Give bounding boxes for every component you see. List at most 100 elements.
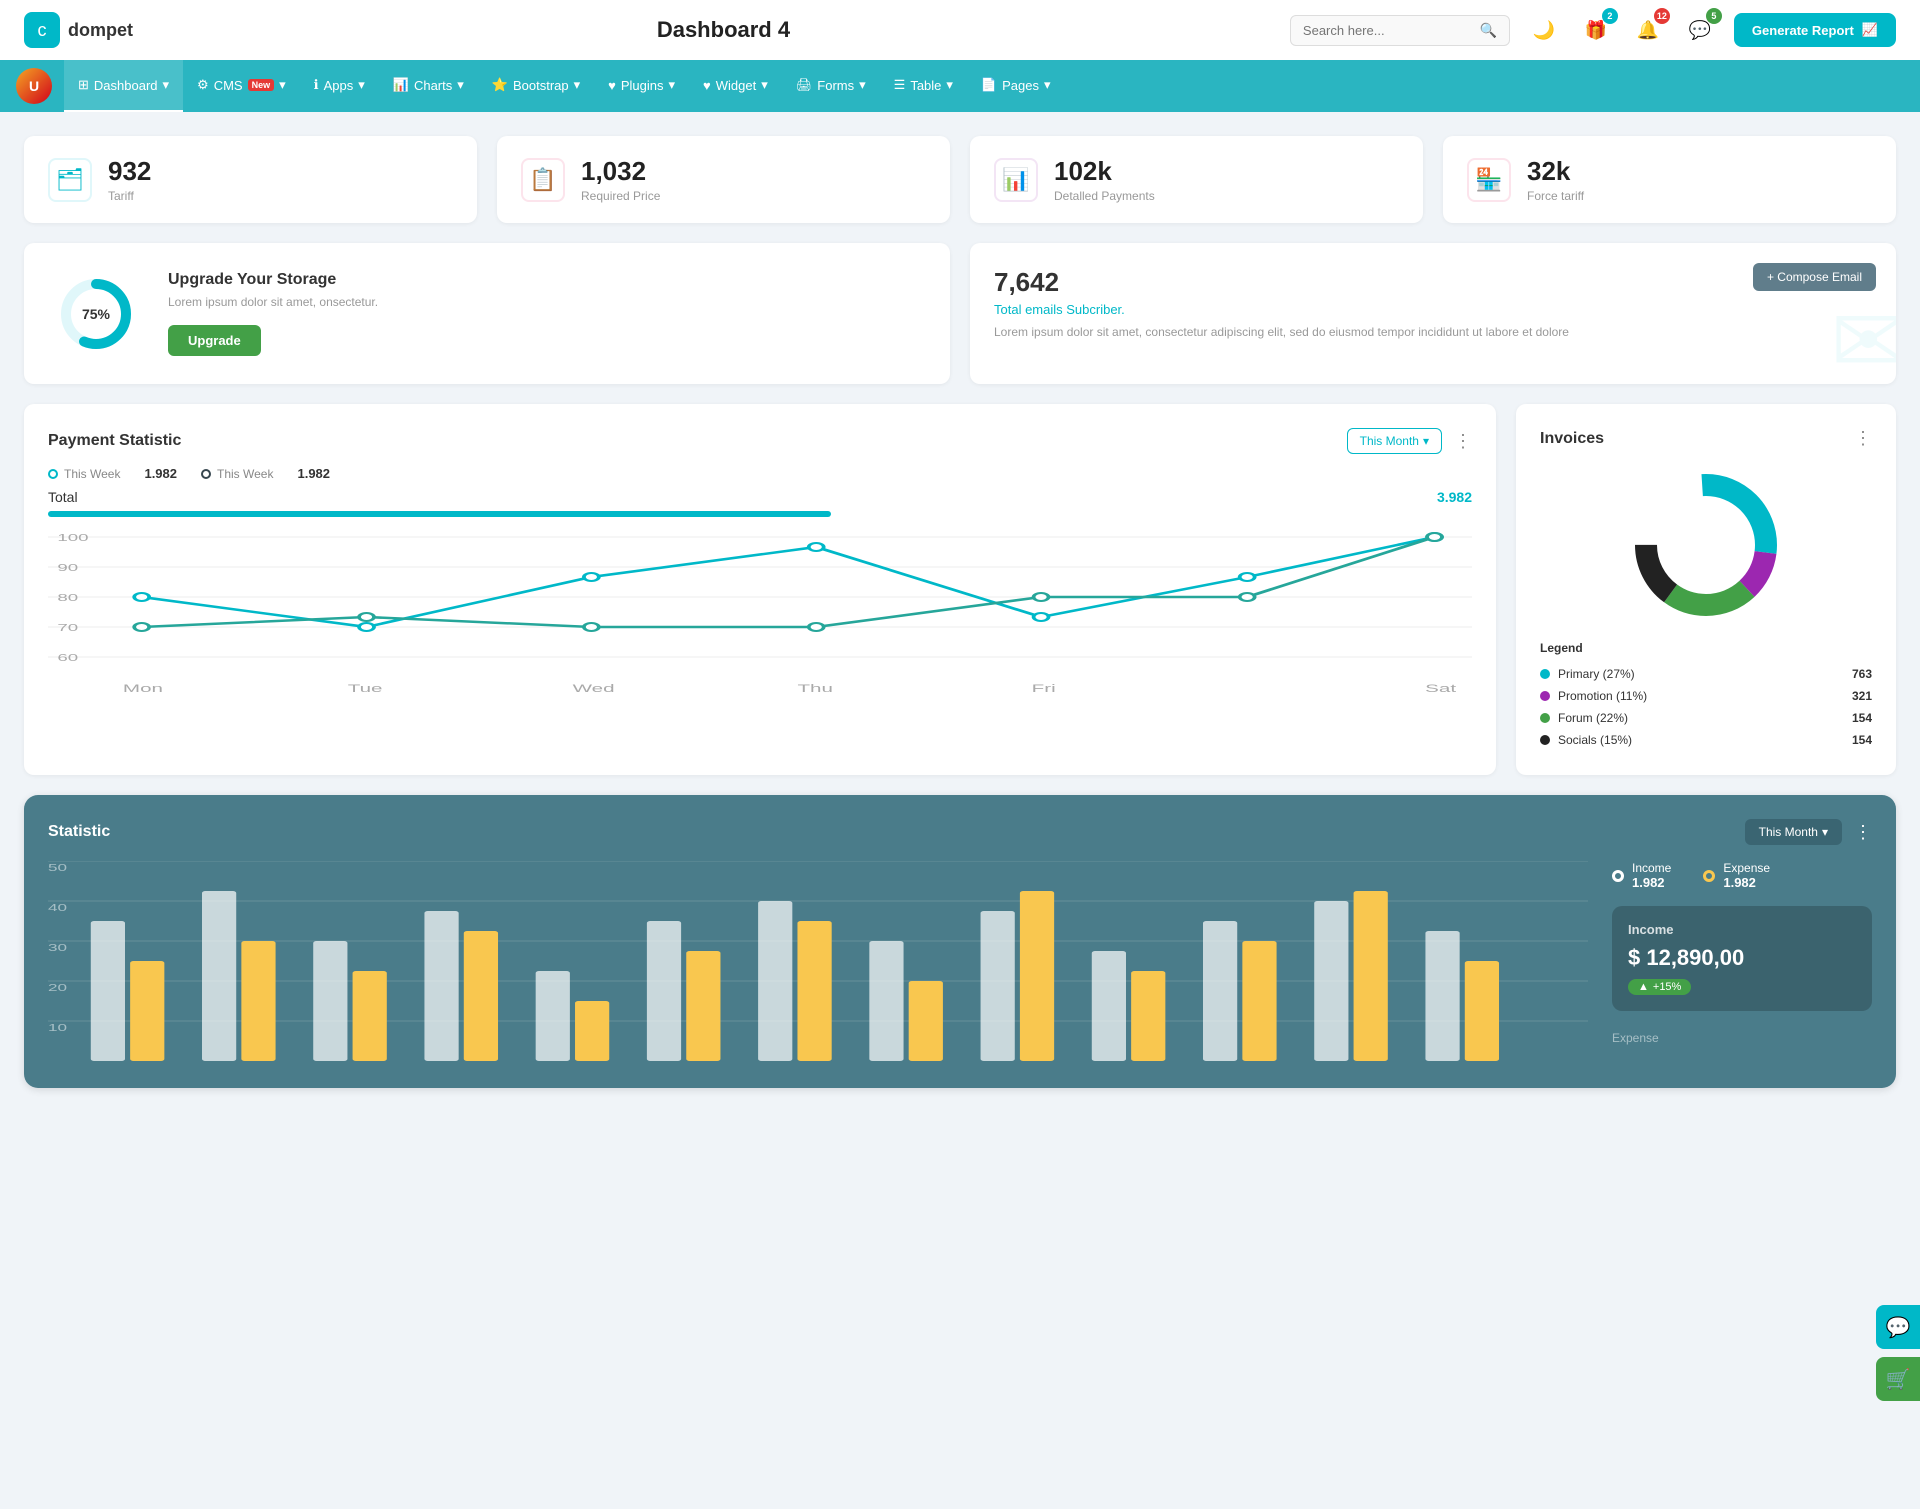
- logo: c dompet: [24, 12, 133, 48]
- payment-header: Payment Statistic This Month ▾ ⋮: [48, 428, 1472, 454]
- nav-item-forms[interactable]: 🖨 Forms ▾: [782, 60, 880, 112]
- arrow-up-icon: ▲: [1638, 981, 1649, 993]
- statistic-controls: This Month ▾ ⋮: [1745, 819, 1872, 845]
- shop-icon: 🛒: [1886, 1367, 1911, 1392]
- invoices-card: Invoices ⋮ Legend: [1516, 404, 1896, 775]
- promotion-dot: [1540, 691, 1550, 701]
- chevron-down-icon: ▾: [1044, 77, 1051, 93]
- email-subtitle: Total emails Subcriber.: [994, 302, 1872, 317]
- bell-button[interactable]: 🔔 12: [1630, 12, 1666, 48]
- chevron-down-icon: ▾: [163, 77, 170, 93]
- payment-legend: This Week 1.982 This Week 1.982: [48, 466, 1472, 481]
- chevron-down-icon: ▾: [669, 77, 676, 93]
- chevron-down-icon: ▾: [946, 77, 953, 93]
- invoices-more-icon[interactable]: ⋮: [1854, 428, 1872, 449]
- nav-item-dashboard[interactable]: ⊞ Dashboard ▾: [64, 60, 183, 112]
- this-month-filter[interactable]: This Month ▾: [1347, 428, 1442, 454]
- payments-icon: 📊: [994, 158, 1038, 202]
- nav-item-plugins[interactable]: ♥ Plugins ▾: [594, 60, 689, 112]
- payment-card: Payment Statistic This Month ▾ ⋮ This We…: [24, 404, 1496, 775]
- shop-float-button[interactable]: 🛒: [1876, 1357, 1920, 1401]
- svg-text:Fri: Fri: [1032, 683, 1056, 695]
- legend-title: Legend: [1540, 641, 1872, 655]
- statistic-header: Statistic This Month ▾ ⋮: [48, 819, 1872, 845]
- statistic-month-filter[interactable]: This Month ▾: [1745, 819, 1842, 845]
- chevron-down-icon: ▾: [1423, 434, 1429, 448]
- stat-info: 32k Force tariff: [1527, 156, 1584, 203]
- chevron-down-icon: ▾: [1822, 825, 1828, 839]
- income-amount: $ 12,890,00: [1628, 945, 1856, 971]
- svg-text:50: 50: [48, 862, 67, 873]
- avatar: U: [16, 68, 52, 104]
- statistic-more-icon[interactable]: ⋮: [1854, 822, 1872, 843]
- support-float-button[interactable]: 💬: [1876, 1305, 1920, 1349]
- navbar: U ⊞ Dashboard ▾ ⚙ CMS New ▾ ℹ Apps ▾ 📊 C…: [0, 60, 1920, 112]
- apps-icon: ℹ: [314, 77, 319, 93]
- moon-button[interactable]: 🌙: [1526, 12, 1562, 48]
- nav-item-table[interactable]: ☰ Table ▾: [880, 60, 967, 112]
- support-icon: 💬: [1886, 1315, 1911, 1340]
- gift-button[interactable]: 🎁 2: [1578, 12, 1614, 48]
- legend-val-2: 1.982: [297, 466, 330, 481]
- statistic-section: Statistic This Month ▾ ⋮ 50: [24, 795, 1896, 1088]
- compose-email-button[interactable]: + Compose Email: [1753, 263, 1876, 291]
- generate-report-label: Generate Report: [1752, 23, 1854, 38]
- logo-name: dompet: [68, 20, 133, 41]
- svg-text:30: 30: [48, 942, 67, 953]
- more-options-icon[interactable]: ⋮: [1454, 431, 1472, 452]
- generate-report-button[interactable]: Generate Report 📈: [1734, 13, 1896, 47]
- stat-card-payments: 📊 102k Detalled Payments: [970, 136, 1423, 223]
- svg-text:100: 100: [57, 532, 88, 543]
- nav-item-cms[interactable]: ⚙ CMS New ▾: [183, 60, 300, 112]
- dashboard-icon: ⊞: [78, 77, 89, 93]
- svg-text:Mon: Mon: [123, 683, 163, 695]
- chat-button[interactable]: 💬 5: [1682, 12, 1718, 48]
- primary-dot: [1540, 669, 1550, 679]
- legend-dot-teal: [48, 469, 58, 479]
- payment-line-chart: 100 90 80 70 60: [48, 517, 1472, 697]
- income-box: Income $ 12,890,00 ▲ +15%: [1612, 906, 1872, 1011]
- content: 🗂 932 Tariff 📋 1,032 Required Price 📊 10…: [0, 112, 1920, 1112]
- tariff-label: Tariff: [108, 189, 151, 203]
- legend-forum: Forum (22%) 154: [1540, 707, 1872, 729]
- forum-count: 154: [1852, 711, 1872, 725]
- income-box-label: Income: [1628, 922, 1856, 937]
- nav-item-bootstrap[interactable]: ⭐ Bootstrap ▾: [478, 60, 594, 112]
- storage-donut: 75%: [56, 274, 136, 354]
- bar-chart-area: 50 40 30 20 10: [48, 861, 1588, 1064]
- legend-dot-dark: [201, 469, 211, 479]
- invoices-legend: Primary (27%) 763 Promotion (11%) 321 Fo…: [1540, 663, 1872, 751]
- cms-new-badge: New: [248, 79, 275, 91]
- total-row: Total 3.982: [48, 489, 1472, 505]
- upgrade-button[interactable]: Upgrade: [168, 325, 261, 356]
- nav-item-apps[interactable]: ℹ Apps ▾: [300, 60, 379, 112]
- legend-item-2: This Week: [201, 466, 273, 481]
- stat-card-required-price: 📋 1,032 Required Price: [497, 136, 950, 223]
- email-count: 7,642: [994, 267, 1872, 298]
- socials-dot: [1540, 735, 1550, 745]
- promotion-count: 321: [1852, 689, 1872, 703]
- payment-title: Payment Statistic: [48, 432, 181, 450]
- statistic-title: Statistic: [48, 823, 110, 841]
- tariff-value: 932: [108, 156, 151, 187]
- legend-val-1: 1.982: [144, 466, 177, 481]
- search-box[interactable]: 🔍: [1290, 15, 1510, 46]
- nav-item-charts[interactable]: 📊 Charts ▾: [379, 60, 478, 112]
- bootstrap-icon: ⭐: [492, 77, 508, 93]
- envelope-icon: ✉: [1831, 289, 1896, 384]
- income-legend-item: Income 1.982: [1612, 861, 1671, 890]
- charts-row: Payment Statistic This Month ▾ ⋮ This We…: [24, 404, 1896, 775]
- chevron-down-icon: ▾: [574, 77, 581, 93]
- logo-icon: c: [24, 12, 60, 48]
- stat-info: 932 Tariff: [108, 156, 151, 203]
- nav-item-widget[interactable]: ♥ Widget ▾: [689, 60, 782, 112]
- gift-badge: 2: [1602, 8, 1618, 24]
- income-badge: ▲ +15%: [1628, 979, 1691, 995]
- price-value: 1,032: [581, 156, 660, 187]
- nav-item-pages[interactable]: 📄 Pages ▾: [967, 60, 1065, 112]
- storage-desc: Lorem ipsum dolor sit amet, onsectetur.: [168, 295, 378, 309]
- storage-percent: 75%: [82, 306, 110, 322]
- expense-legend-item: Expense 1.982: [1703, 861, 1770, 890]
- stat-info: 102k Detalled Payments: [1054, 156, 1155, 203]
- search-input[interactable]: [1303, 23, 1472, 38]
